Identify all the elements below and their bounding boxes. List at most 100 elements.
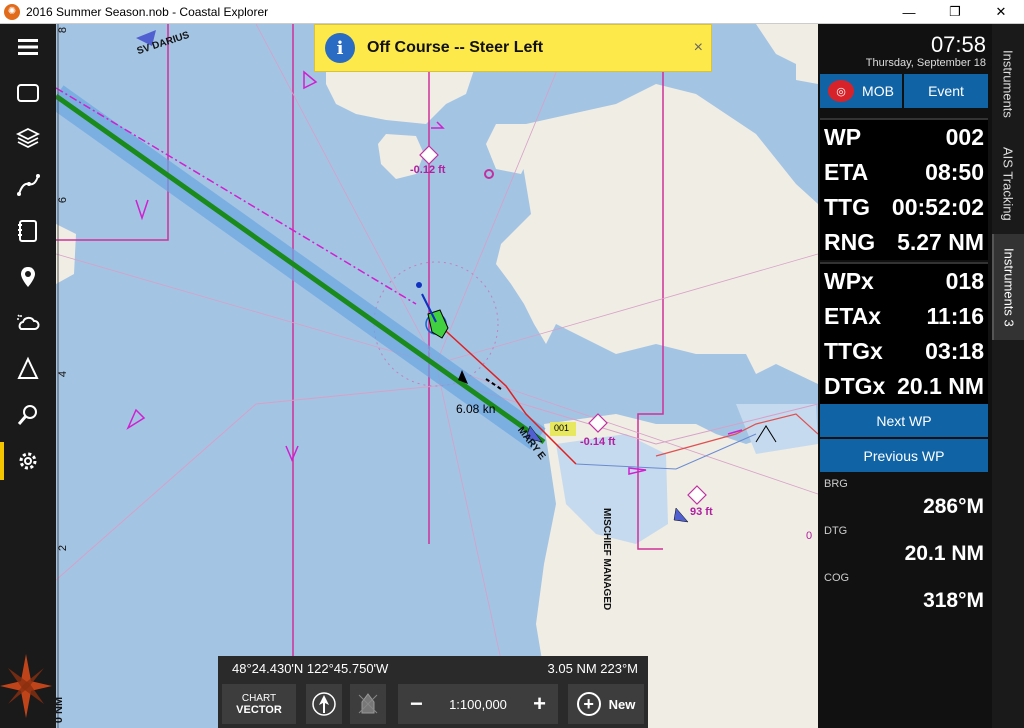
data-row-eta: ETA 08:50 bbox=[820, 155, 988, 190]
row-value: 20.1 NM bbox=[897, 373, 984, 399]
route-icon bbox=[17, 174, 40, 196]
chart-vector-button[interactable]: CHART VECTOR bbox=[222, 684, 296, 724]
tab-label: AIS Tracking bbox=[1000, 147, 1016, 221]
layers-button[interactable] bbox=[0, 116, 56, 162]
waypoint-group: WP 002 ETA 08:50 TTG 00:52:02 RNG 5.27 NM bbox=[820, 118, 988, 260]
bottom-toolbar: CHART VECTOR − 1:100,000 + + New bbox=[218, 680, 648, 728]
boat-icon bbox=[358, 693, 378, 714]
nautical-chart[interactable]: SV DARIUS MARY E MISCHIEF MANAGED -0.12 … bbox=[56, 24, 818, 728]
scale-mark-6: 6 bbox=[57, 196, 70, 204]
scale-mark-4: 4 bbox=[57, 370, 70, 378]
land-island-north bbox=[326, 64, 476, 124]
weather-icon bbox=[17, 314, 40, 330]
next-wp-button[interactable]: Next WP bbox=[820, 404, 988, 437]
edge-label: 0 bbox=[806, 530, 813, 542]
cursor-position: 48°24.430'N 122°45.750'W bbox=[232, 660, 389, 676]
close-button[interactable]: ✕ bbox=[978, 0, 1024, 24]
plus-circle-icon: + bbox=[576, 692, 601, 716]
search-button[interactable] bbox=[0, 392, 56, 438]
brg-value: 286°M bbox=[923, 495, 984, 518]
land-east-peninsula bbox=[496, 84, 818, 384]
menu-icon bbox=[18, 39, 38, 55]
scale-mark-8: 8 bbox=[57, 26, 70, 34]
lifebuoy-icon: ◎ bbox=[828, 80, 855, 102]
logbook-button[interactable] bbox=[0, 208, 56, 254]
event-label: Event bbox=[928, 83, 964, 99]
waypoint-label[interactable]: 001 bbox=[554, 423, 569, 433]
depth-label-3: 93 ft bbox=[690, 506, 713, 518]
left-toolbar bbox=[0, 24, 56, 728]
row-label: DTGx bbox=[824, 373, 886, 399]
land-west-edge bbox=[56, 224, 76, 284]
cog-block: COG 318°M bbox=[820, 568, 988, 615]
tab-label: Instruments bbox=[1000, 50, 1016, 118]
speed-label: 6.08 kn bbox=[456, 402, 496, 416]
alert-close-button[interactable]: × bbox=[694, 39, 703, 57]
off-course-alert[interactable]: i Off Course -- Steer Left × bbox=[314, 24, 712, 72]
instrument-panel: 07:58 Thursday, September 18 ◎ MOB Event… bbox=[818, 24, 992, 728]
event-button[interactable]: Event bbox=[904, 74, 988, 108]
window-title: 2016 Summer Season.nob - Coastal Explore… bbox=[26, 4, 269, 19]
app-icon: ✺ bbox=[4, 3, 20, 20]
brg-block: BRG 286°M bbox=[820, 474, 988, 521]
row-label: TTGx bbox=[824, 338, 883, 364]
new-label: New bbox=[608, 696, 636, 712]
data-row-etax: ETAx 11:16 bbox=[820, 299, 988, 334]
row-label: ETAx bbox=[824, 303, 882, 329]
scale-mark-2: 2 bbox=[57, 544, 70, 552]
maximize-button[interactable]: ❐ bbox=[932, 0, 978, 24]
weather-button[interactable] bbox=[0, 300, 56, 346]
range-bearing: 3.05 NM 223°M bbox=[547, 660, 638, 676]
chart-label: CHART bbox=[241, 692, 277, 704]
tide-icon bbox=[17, 356, 39, 379]
pin-icon bbox=[21, 267, 35, 287]
tab-ais-tracking[interactable]: AIS Tracking bbox=[992, 134, 1024, 234]
settings-button[interactable] bbox=[0, 438, 56, 484]
route-button[interactable] bbox=[0, 162, 56, 208]
cog-label: COG bbox=[824, 572, 850, 584]
row-label: RNG bbox=[824, 229, 876, 255]
tide-button[interactable] bbox=[0, 346, 56, 392]
north-up-button[interactable] bbox=[306, 684, 342, 724]
chart-map[interactable] bbox=[56, 24, 818, 728]
row-value: 00:52:02 bbox=[891, 194, 984, 220]
mob-button[interactable]: ◎ MOB bbox=[820, 74, 902, 108]
data-row-wpx[interactable]: WPx 018 bbox=[820, 264, 988, 299]
zoom-out-button[interactable]: − bbox=[410, 691, 423, 717]
title-bar: ✺ 2016 Summer Season.nob - Coastal Explo… bbox=[0, 0, 1024, 24]
row-value: 08:50 bbox=[925, 159, 984, 185]
route-line bbox=[56, 93, 546, 445]
tab-instruments[interactable]: Instruments bbox=[992, 34, 1024, 134]
pin-button[interactable] bbox=[0, 254, 56, 300]
previous-wp-button[interactable]: Previous WP bbox=[820, 439, 988, 472]
zoom-in-button[interactable]: + bbox=[533, 691, 546, 717]
page-icon bbox=[17, 84, 39, 102]
row-value: 11:16 bbox=[926, 303, 984, 329]
depth-label-2: -0.14 ft bbox=[580, 436, 616, 448]
row-label: WPx bbox=[824, 268, 874, 294]
tab-instruments-3[interactable]: Instruments 3 bbox=[992, 234, 1024, 340]
logbook-icon bbox=[18, 220, 37, 242]
alert-message: Off Course -- Steer Left bbox=[367, 39, 544, 56]
page-button[interactable] bbox=[0, 70, 56, 116]
minimize-button[interactable]: — bbox=[886, 0, 932, 24]
new-button[interactable]: + New bbox=[568, 684, 644, 724]
row-value: 002 bbox=[945, 124, 984, 150]
dtg-label: DTG bbox=[824, 525, 848, 537]
mob-label: MOB bbox=[862, 83, 894, 99]
data-row-rng: RNG 5.27 NM bbox=[820, 225, 988, 260]
data-row-wp: WP 002 bbox=[820, 120, 988, 155]
chart-scale: 1:100,000 bbox=[449, 696, 507, 712]
menu-button[interactable] bbox=[0, 24, 56, 70]
vessel-center-button[interactable] bbox=[350, 684, 386, 724]
scale-mark-0: 0 NM bbox=[56, 696, 66, 723]
row-value: 5.27 NM bbox=[897, 229, 984, 255]
row-value: 018 bbox=[945, 268, 984, 294]
dtg-block: DTG 20.1 NM bbox=[820, 521, 988, 568]
info-icon: i bbox=[325, 33, 355, 63]
row-value: 03:18 bbox=[925, 338, 984, 364]
depth-label-1: -0.12 ft bbox=[410, 164, 446, 176]
data-row-ttgx: TTGx 03:18 bbox=[820, 334, 988, 369]
row-label: WP bbox=[824, 124, 862, 150]
clock-time: 07:58 bbox=[930, 32, 986, 57]
